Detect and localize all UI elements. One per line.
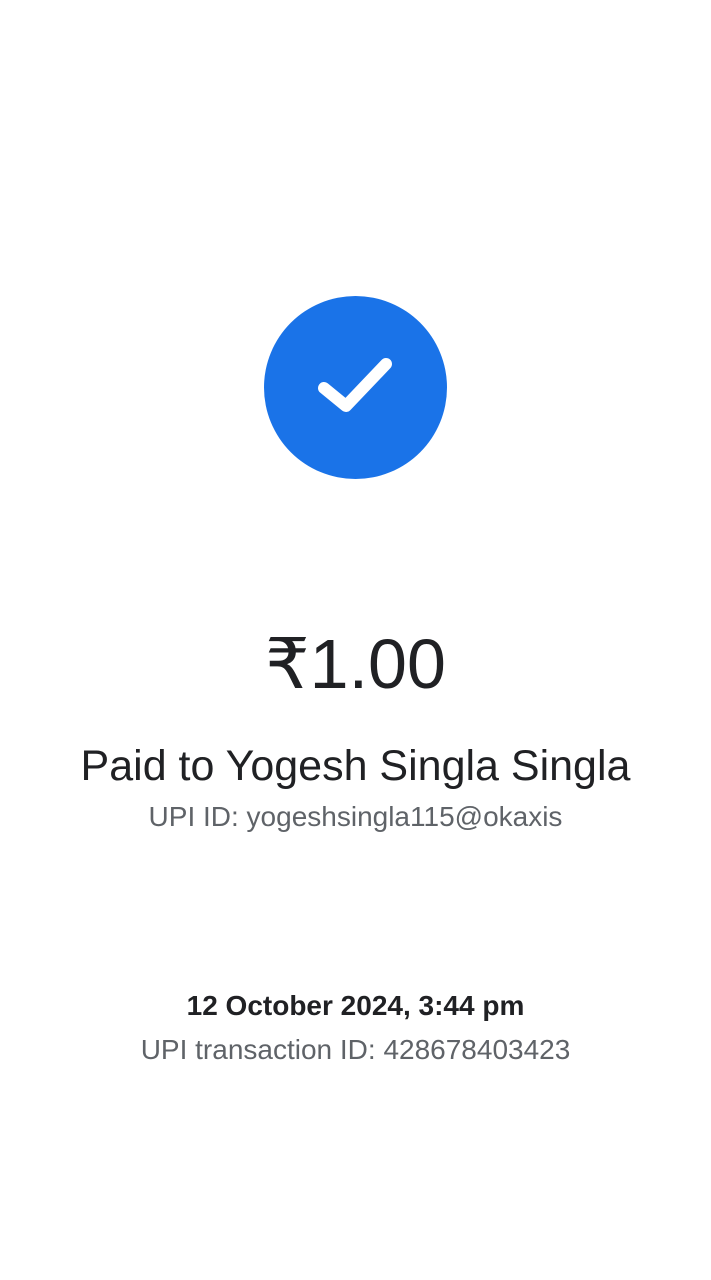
payee-name: Paid to Yogesh Singla Singla bbox=[80, 742, 631, 790]
transaction-id: UPI transaction ID: 428678403423 bbox=[140, 1034, 571, 1065]
payment-amount: ₹1.00 bbox=[265, 625, 446, 703]
payment-datetime: 12 October 2024, 3:44 pm bbox=[186, 990, 525, 1021]
payment-success-screen: ₹1.00 Paid to Yogesh Singla Singla UPI I… bbox=[0, 0, 711, 1280]
success-badge bbox=[264, 296, 447, 479]
check-icon bbox=[317, 357, 392, 412]
payee-upi-id: UPI ID: yogeshsingla115@okaxis bbox=[148, 801, 563, 832]
